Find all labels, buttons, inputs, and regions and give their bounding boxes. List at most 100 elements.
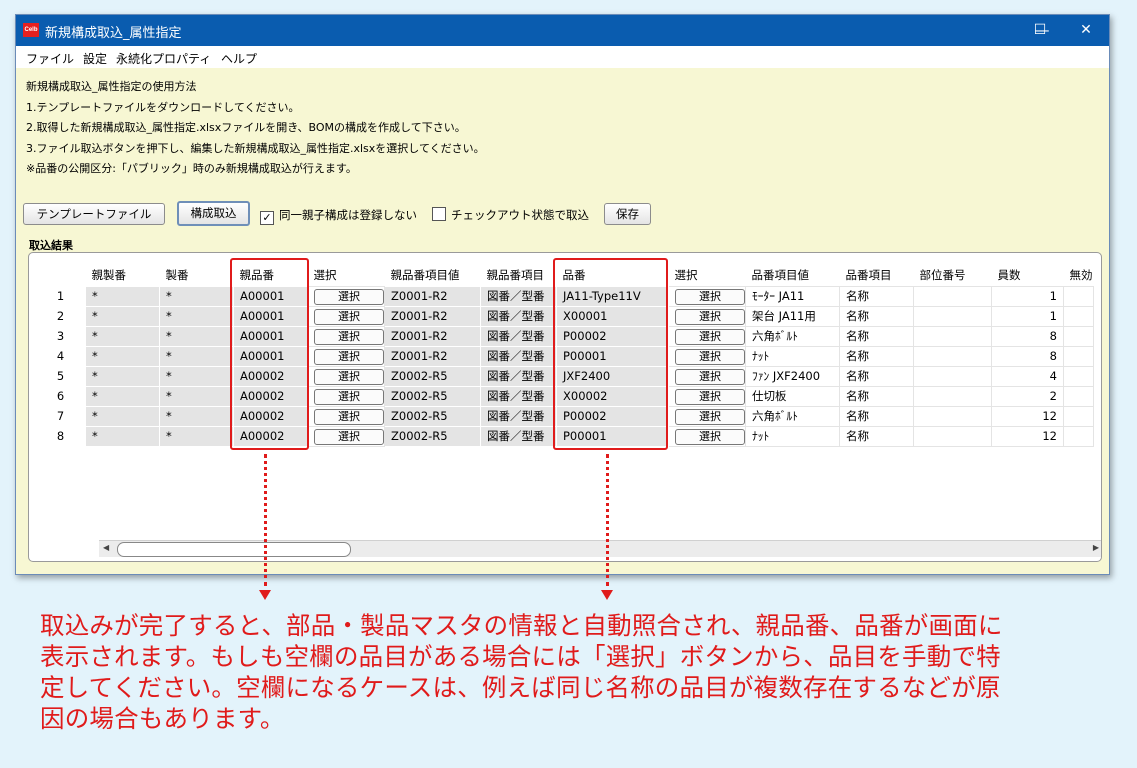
cell-parent-attr-value[interactable]: Z0001-R2 xyxy=(384,305,481,327)
select-parent-part-button[interactable]: 選択 xyxy=(314,368,384,385)
cell-part-attr-value[interactable]: 六角ﾎﾞﾙﾄ xyxy=(745,325,840,347)
header-select-part[interactable]: 選択 xyxy=(668,264,746,286)
checkbox-empty-icon[interactable] xyxy=(432,207,446,221)
cell-part-attr[interactable]: 名称 xyxy=(839,405,914,427)
cell-parent-attr-value[interactable]: Z0001-R2 xyxy=(384,325,481,347)
header-lot[interactable]: 製番 xyxy=(159,264,234,286)
select-parent-part-button[interactable]: 選択 xyxy=(314,408,384,425)
header-invalid[interactable]: 無効 xyxy=(1063,264,1094,286)
row-number[interactable]: 4 xyxy=(35,345,86,367)
cell-parent-attr-value[interactable]: Z0002-R5 xyxy=(384,405,481,427)
cell-parent-attr[interactable]: 図番／型番 xyxy=(480,285,557,307)
cell-lot[interactable]: * xyxy=(159,365,234,387)
cell-part-attr[interactable]: 名称 xyxy=(839,345,914,367)
cell-quantity[interactable]: 2 xyxy=(991,385,1064,407)
select-part-button[interactable]: 選択 xyxy=(675,368,745,385)
select-part-button[interactable]: 選択 xyxy=(675,388,745,405)
header-parent-attr-value[interactable]: 親品番項目値 xyxy=(384,264,481,286)
cell-lot[interactable]: * xyxy=(159,325,234,347)
template-file-button[interactable]: テンプレートファイル xyxy=(23,203,165,225)
cell-position-no[interactable] xyxy=(913,365,992,387)
cell-parent-lot[interactable]: * xyxy=(85,285,160,307)
save-button[interactable]: 保存 xyxy=(604,203,651,225)
cell-part-attr-value[interactable]: 架台 JA11用 xyxy=(745,305,840,327)
cell-parent-attr-value[interactable]: Z0001-R2 xyxy=(384,345,481,367)
cell-part-attr-value[interactable]: 仕切板 xyxy=(745,385,840,407)
cell-part-attr[interactable]: 名称 xyxy=(839,425,914,447)
menu-persistence-properties[interactable]: 永続化プロパティ xyxy=(116,50,211,67)
cell-lot[interactable]: * xyxy=(159,305,234,327)
row-number[interactable]: 1 xyxy=(35,285,86,307)
horizontal-scrollbar[interactable]: ◀ ▶ xyxy=(99,540,1101,557)
cell-parent-attr-value[interactable]: Z0001-R2 xyxy=(384,285,481,307)
skip-same-parent-checkbox[interactable]: ✓ 同一親子構成は登録しない xyxy=(260,207,417,225)
checkbox-checked-icon[interactable]: ✓ xyxy=(260,211,274,225)
cell-position-no[interactable] xyxy=(913,385,992,407)
title-bar[interactable]: Celb 新規構成取込_属性指定 — ☐ ✕ xyxy=(16,15,1109,46)
cell-position-no[interactable] xyxy=(913,425,992,447)
cell-quantity[interactable]: 4 xyxy=(991,365,1064,387)
maximize-icon[interactable]: ☐ xyxy=(1017,15,1063,46)
cell-parent-attr[interactable]: 図番／型番 xyxy=(480,385,557,407)
cell-parent-lot[interactable]: * xyxy=(85,425,160,447)
header-quantity[interactable]: 員数 xyxy=(991,264,1064,286)
cell-part-attr-value[interactable]: ﾓｰﾀｰ JA11 xyxy=(745,285,840,307)
cell-part-attr[interactable]: 名称 xyxy=(839,325,914,347)
cell-part-attr[interactable]: 名称 xyxy=(839,365,914,387)
row-number[interactable]: 8 xyxy=(35,425,86,447)
header-part-attr[interactable]: 品番項目 xyxy=(839,264,914,286)
row-number[interactable]: 7 xyxy=(35,405,86,427)
cell-part-attr-value[interactable]: ﾅｯﾄ xyxy=(745,425,840,447)
close-icon[interactable]: ✕ xyxy=(1063,15,1109,46)
cell-quantity[interactable]: 8 xyxy=(991,345,1064,367)
cell-part-attr-value[interactable]: ﾅｯﾄ xyxy=(745,345,840,367)
cell-quantity[interactable]: 1 xyxy=(991,285,1064,307)
cell-parent-attr-value[interactable]: Z0002-R5 xyxy=(384,365,481,387)
cell-invalid[interactable] xyxy=(1063,305,1094,327)
import-structure-button[interactable]: 構成取込 xyxy=(177,201,250,226)
cell-lot[interactable]: * xyxy=(159,385,234,407)
cell-quantity[interactable]: 8 xyxy=(991,325,1064,347)
cell-parent-lot[interactable]: * xyxy=(85,345,160,367)
select-parent-part-button[interactable]: 選択 xyxy=(314,308,384,325)
cell-position-no[interactable] xyxy=(913,345,992,367)
cell-parent-attr-value[interactable]: Z0002-R5 xyxy=(384,425,481,447)
scroll-right-icon[interactable]: ▶ xyxy=(1093,543,1099,552)
select-part-button[interactable]: 選択 xyxy=(675,308,745,325)
cell-invalid[interactable] xyxy=(1063,385,1094,407)
menu-help[interactable]: ヘルプ xyxy=(221,50,257,67)
cell-lot[interactable]: * xyxy=(159,425,234,447)
cell-quantity[interactable]: 1 xyxy=(991,305,1064,327)
row-number[interactable]: 6 xyxy=(35,385,86,407)
select-parent-part-button[interactable]: 選択 xyxy=(314,348,384,365)
cell-position-no[interactable] xyxy=(913,285,992,307)
cell-invalid[interactable] xyxy=(1063,285,1094,307)
header-position-no[interactable]: 部位番号 xyxy=(913,264,992,286)
menu-file[interactable]: ファイル xyxy=(26,50,74,67)
cell-quantity[interactable]: 12 xyxy=(991,405,1064,427)
cell-parent-attr[interactable]: 図番／型番 xyxy=(480,345,557,367)
cell-position-no[interactable] xyxy=(913,405,992,427)
cell-part-attr[interactable]: 名称 xyxy=(839,385,914,407)
select-part-button[interactable]: 選択 xyxy=(675,408,745,425)
cell-parent-lot[interactable]: * xyxy=(85,325,160,347)
scroll-left-icon[interactable]: ◀ xyxy=(103,543,109,552)
cell-quantity[interactable]: 12 xyxy=(991,425,1064,447)
cell-position-no[interactable] xyxy=(913,305,992,327)
cell-lot[interactable]: * xyxy=(159,345,234,367)
header-parent-lot[interactable]: 親製番 xyxy=(85,264,160,286)
cell-parent-lot[interactable]: * xyxy=(85,405,160,427)
header-part-attr-value[interactable]: 品番項目値 xyxy=(745,264,840,286)
select-parent-part-button[interactable]: 選択 xyxy=(314,428,384,445)
cell-lot[interactable]: * xyxy=(159,285,234,307)
cell-parent-attr[interactable]: 図番／型番 xyxy=(480,425,557,447)
cell-invalid[interactable] xyxy=(1063,345,1094,367)
cell-parent-lot[interactable]: * xyxy=(85,305,160,327)
cell-lot[interactable]: * xyxy=(159,405,234,427)
select-parent-part-button[interactable]: 選択 xyxy=(314,328,384,345)
select-part-button[interactable]: 選択 xyxy=(675,328,745,345)
menu-settings[interactable]: 設定 xyxy=(83,50,107,67)
row-number[interactable]: 3 xyxy=(35,325,86,347)
header-parent-attr[interactable]: 親品番項目 xyxy=(480,264,557,286)
header-select-parent[interactable]: 選択 xyxy=(307,264,385,286)
